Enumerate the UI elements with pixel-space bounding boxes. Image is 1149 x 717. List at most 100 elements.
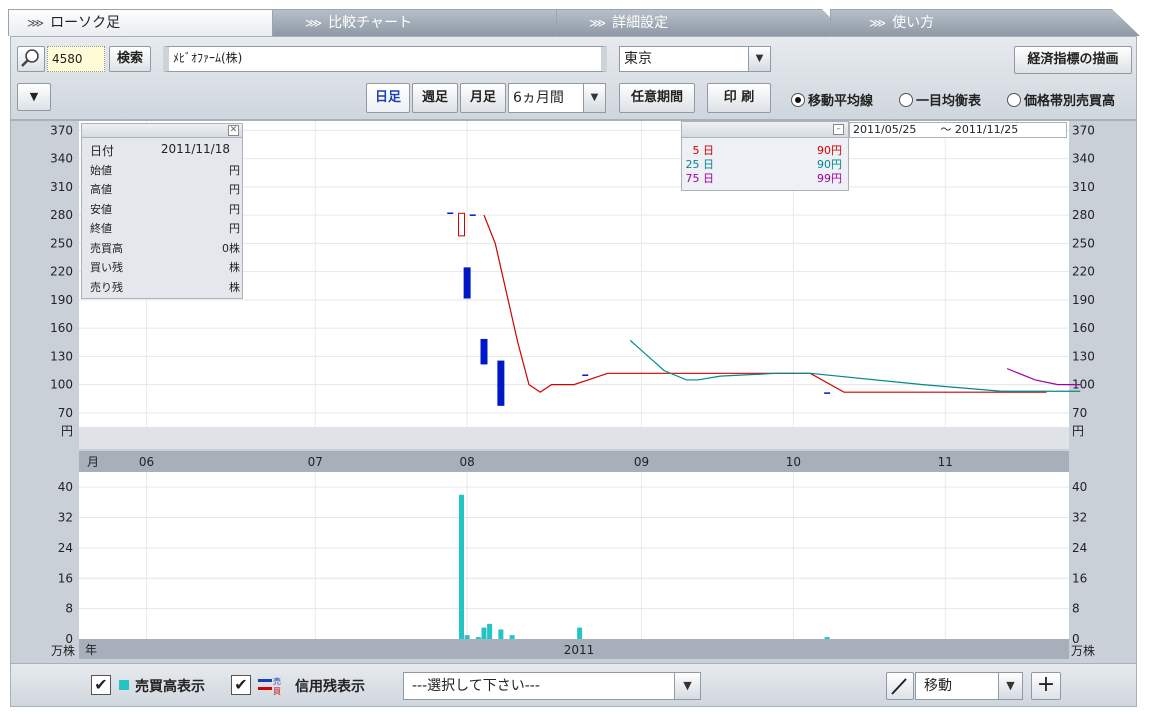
month-axis-bar	[79, 451, 1069, 472]
volume-bar	[824, 637, 830, 639]
bottom-bar: ✔ 売買高表示 ✔ 売 買 信用残表示 ---選択して下さい--- ▼ 移動 ▼…	[10, 663, 1137, 707]
ma-value: 99円	[817, 172, 842, 185]
info-label: 安値	[90, 202, 112, 216]
radio-moving-average[interactable]: 移動平均線	[791, 90, 873, 109]
market-select[interactable]: 東京 ▼	[619, 46, 771, 72]
tab-candlestick[interactable]: ⋙ ローソク足	[8, 9, 298, 36]
info-row: 終値 円	[90, 220, 240, 236]
minimize-icon[interactable]: –	[833, 124, 844, 135]
info-label: 始値	[90, 163, 112, 177]
month-tick: 09	[634, 455, 649, 469]
draw-line-button[interactable]	[886, 672, 914, 700]
credit-balance-icon: 売 買	[258, 676, 281, 696]
price-tick-right: 250	[1072, 236, 1095, 250]
print-button[interactable]: 印 刷	[707, 83, 771, 113]
info-label: 終値	[90, 222, 112, 235]
monthly-button[interactable]: 月足	[460, 83, 506, 113]
price-tick-left: 250	[50, 236, 73, 250]
radio-ichimoku[interactable]: 一目均衡表	[899, 90, 981, 109]
info-row: 始値 円	[90, 162, 240, 178]
year-axis-label: 年	[85, 643, 97, 657]
volume-bar	[464, 635, 470, 639]
volume-tick-right: 24	[1072, 541, 1087, 555]
volume-plot-bg	[79, 472, 1069, 639]
info-label: 売買高	[90, 241, 123, 255]
info-row: 売り残 株	[90, 279, 240, 295]
ma-panel-titlebar: –	[682, 122, 848, 138]
econ-indicator-button[interactable]: 経済指標の描画	[1014, 46, 1132, 74]
month-tick: 06	[139, 455, 154, 469]
volume-bar	[481, 627, 487, 639]
info-value: 円	[229, 202, 240, 216]
info-value: 0株	[222, 241, 240, 255]
tab-how-to-use[interactable]: ⋙ 使い方	[830, 9, 1140, 36]
crosshair-button[interactable]: +	[1031, 672, 1061, 700]
volume-checkbox[interactable]: ✔	[91, 675, 111, 695]
tab-detail-settings[interactable]: ⋙ 詳細設定	[556, 9, 848, 36]
stock-code-input[interactable]: 4580	[47, 46, 105, 72]
chart-area: 370 370 340 340 310 310 280 280 250 250 220 220 190 1…	[10, 120, 1137, 690]
price-tick-right: 190	[1072, 293, 1095, 307]
tab-bar: ⋙ ローソク足 ⋙ 比較チャート ⋙ 詳細設定 ⋙ 使い方	[0, 0, 1149, 36]
dropdown-arrow-icon[interactable]: ▼	[674, 673, 700, 699]
candle	[458, 212, 465, 237]
price-tick-left: 190	[50, 293, 73, 307]
candle	[480, 338, 488, 365]
price-unit-left: 円	[61, 424, 73, 438]
tab-compare-chart[interactable]: ⋙ 比較チャート	[272, 9, 582, 36]
price-tick-left: 370	[50, 123, 73, 137]
volume-color-swatch	[119, 680, 129, 690]
indicator-select[interactable]: ---選択して下さい--- ▼	[403, 672, 701, 700]
month-tick: 10	[786, 455, 801, 469]
volume-tick-right: 40	[1072, 480, 1087, 494]
toolbar: 4580 検索 ﾒﾋﾞｵﾌｧｰﾑ(株) 東京 ▼ 経済指標の描画 ▼ 日足 週足…	[10, 36, 1137, 120]
price-tick-right: 370	[1072, 123, 1095, 137]
radio-unchecked-icon	[899, 93, 913, 107]
month-axis-label: 月	[87, 455, 99, 469]
dropdown-arrow-icon[interactable]: ▼	[998, 673, 1022, 699]
price-tick-left: 100	[50, 378, 73, 392]
close-icon[interactable]: ✕	[228, 125, 239, 136]
volume-bar	[475, 637, 481, 639]
daily-button[interactable]: 日足	[366, 83, 410, 113]
dropdown-arrow-icon[interactable]: ▼	[583, 84, 605, 112]
collapse-dropdown-button[interactable]: ▼	[17, 83, 51, 111]
info-label: 日付	[90, 144, 115, 158]
price-tick-right: 340	[1072, 152, 1095, 166]
info-label: 売り残	[90, 280, 123, 294]
price-tick-right: 160	[1072, 321, 1095, 335]
range-select[interactable]: 6ヵ月間 ▼	[508, 83, 606, 113]
price-band	[79, 427, 1069, 449]
price-tick-left: 160	[50, 321, 73, 335]
info-row: 高値 円	[90, 181, 240, 197]
info-value: 2011/11/18	[160, 142, 230, 156]
custom-period-button[interactable]: 任意期間	[619, 83, 695, 113]
volume-tick-left: 40	[58, 480, 73, 494]
search-button[interactable]: 検索	[109, 46, 151, 72]
company-name-field: ﾒﾋﾞｵﾌｧｰﾑ(株)	[163, 46, 607, 72]
info-value: 円	[229, 183, 240, 196]
info-row: 日付 2011/11/18	[90, 142, 240, 159]
price-tick-right: 220	[1072, 265, 1095, 279]
price-tick-left: 310	[50, 180, 73, 194]
weekly-button[interactable]: 週足	[412, 83, 458, 113]
info-row: 売買高 0株	[90, 240, 240, 256]
price-tick-left: 340	[50, 152, 73, 166]
volume-label: 売買高表示	[135, 679, 205, 695]
month-tick: 08	[459, 455, 474, 469]
info-label: 高値	[90, 183, 112, 196]
moving-average-panel: – 5 日 90円 25 日 90円 75 日 99円	[681, 121, 849, 191]
price-tick-left: 220	[50, 265, 73, 279]
ma-label: 75 日	[685, 172, 715, 185]
move-mode-select[interactable]: 移動 ▼	[915, 672, 1023, 700]
credit-checkbox[interactable]: ✔	[231, 675, 251, 695]
double-chevron-icon: ⋙	[589, 16, 607, 30]
volume-bar	[459, 494, 464, 639]
info-label: 買い残	[90, 261, 123, 274]
volume-tick-right: 16	[1072, 571, 1087, 585]
volume-tick-left: 24	[58, 541, 73, 555]
dropdown-arrow-icon[interactable]: ▼	[748, 47, 770, 71]
search-icon-button[interactable]	[17, 46, 45, 72]
price-tick-right: 310	[1072, 180, 1095, 194]
radio-volume-by-price[interactable]: 価格帯別売買高	[1007, 90, 1115, 109]
